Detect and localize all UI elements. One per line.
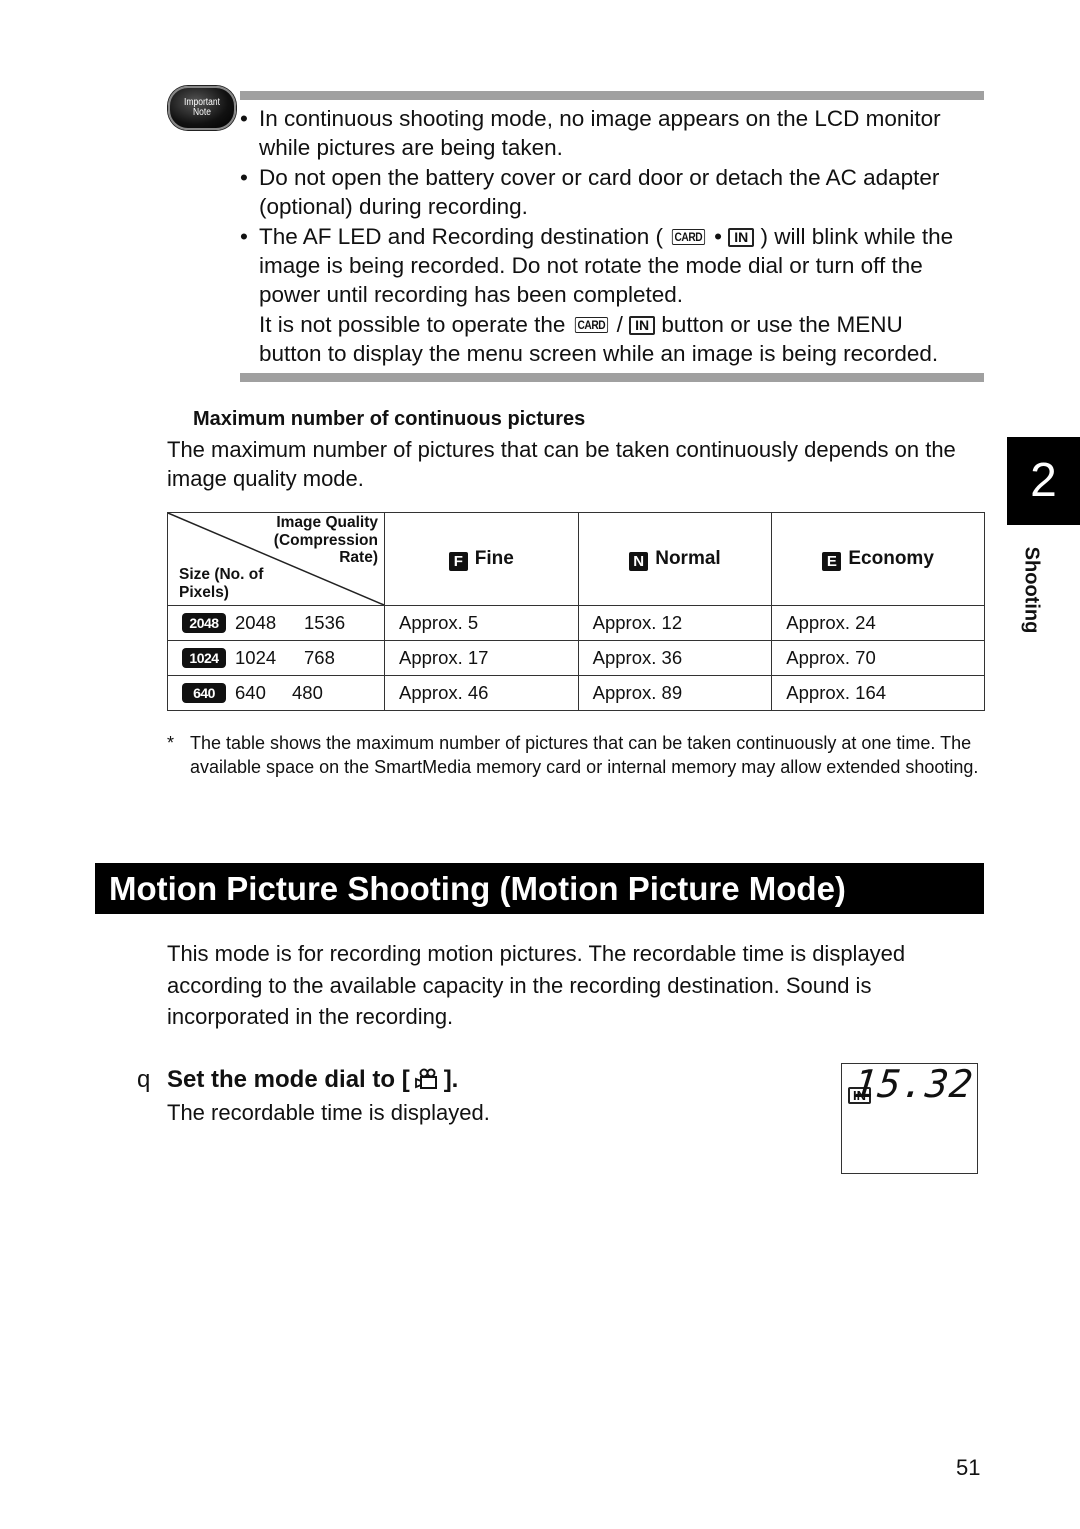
note-bullet-cont: It is not possible to operate the CARD /… xyxy=(259,310,990,339)
corner-text: Rate) xyxy=(339,549,378,566)
max-pictures-intro: The maximum number of pictures that can … xyxy=(167,437,956,491)
text-run: / xyxy=(610,311,630,337)
note-bullet: • The AF LED and Recording destination (… xyxy=(240,222,990,369)
note-bullet-cont: button to display the menu screen while … xyxy=(259,341,939,367)
step-heading: Set the mode dial to []. xyxy=(167,1066,458,1094)
section-title: Motion Picture Shooting (Motion Picture … xyxy=(95,863,984,914)
section-intro: This mode is for recording motion pictur… xyxy=(167,941,906,1029)
economy-quality-icon: E xyxy=(822,551,842,571)
normal-quality-icon: N xyxy=(629,551,649,571)
value-cell: Approx. 89 xyxy=(577,675,773,711)
table-row: 2048 2048 1536 Approx. 5 Approx. 12 Approx… xyxy=(167,605,985,641)
note-bullet: • Do not open the battery cover or card … xyxy=(240,163,990,222)
value-cell: Approx. 164 xyxy=(771,675,985,711)
pixel-height: 480 xyxy=(292,682,323,703)
size-2048-icon: 2048 xyxy=(182,613,226,633)
note-top-divider xyxy=(240,91,984,100)
value-cell: Approx. 46 xyxy=(384,675,579,711)
movie-camera-icon xyxy=(414,1068,437,1089)
note-bullet-cont: (optional) during recording. xyxy=(259,194,528,220)
step-number: q xyxy=(137,1066,151,1093)
corner-text: Image Quality xyxy=(276,514,378,531)
note-bullet-text: Do not open the battery cover or card do… xyxy=(259,164,940,190)
note-bullet-text: In continuous shooting mode, no image ap… xyxy=(259,106,941,131)
important-note-line2: Note xyxy=(193,107,211,118)
text-run: ) will blink while the xyxy=(754,223,954,249)
corner-header-quality: Image Quality (Compression Rate) xyxy=(274,514,378,567)
table-footnote: * The table shows the maximum number of … xyxy=(167,732,987,779)
value-cell: Approx. 17 xyxy=(384,640,579,676)
footnote-text: The table shows the maximum number of pi… xyxy=(190,733,979,777)
table-header-row: Image Quality (Compression Rate) Size (N… xyxy=(167,512,985,606)
value-cell: Approx. 24 xyxy=(771,605,985,641)
max-pictures-table: Image Quality (Compression Rate) Size (N… xyxy=(167,512,985,711)
table-row: 640 640 480 Approx. 46 Approx. 89 Approx. … xyxy=(167,675,985,711)
corner-header-size: Size (No. of Pixels) xyxy=(179,566,263,602)
corner-text: Pixels) xyxy=(179,584,229,601)
pixel-width: 1024 xyxy=(235,647,277,668)
pixel-width: 2048 xyxy=(235,612,277,633)
text-run: The AF LED and Recording destination ( xyxy=(259,223,670,249)
card-icon: CARD xyxy=(574,316,608,333)
pixel-height: 1536 xyxy=(304,612,346,633)
value-cell: Approx. 12 xyxy=(577,605,773,641)
column-label: Fine xyxy=(474,547,514,569)
text-run: ]. xyxy=(443,1066,459,1093)
value-cell: Approx. 5 xyxy=(384,605,579,641)
note-bullet: • In continuous shooting mode, no image … xyxy=(240,104,990,163)
column-header-normal: N Normal xyxy=(577,512,773,606)
note-bullet-cont: while pictures are being taken. xyxy=(259,135,563,161)
lcd-monitor-illustration: IN 15.32 xyxy=(841,1062,978,1174)
footnote-mark: * xyxy=(167,733,175,753)
size-cell: 640 640 480 xyxy=(167,675,385,711)
value-cell: Approx. 70 xyxy=(771,640,985,676)
size-640-icon: 640 xyxy=(182,683,226,703)
text-run: button or use the MENU xyxy=(655,311,903,337)
recordable-time-readout: 15.32 xyxy=(851,1062,976,1106)
chapter-tab-text: Shooting xyxy=(1020,546,1043,634)
important-note-body: • In continuous shooting mode, no image … xyxy=(240,104,990,369)
column-header-fine: F Fine xyxy=(384,512,579,606)
note-bullet-cont: power until recording has been completed… xyxy=(259,282,684,308)
pixel-width: 640 xyxy=(235,682,266,703)
chapter-tab-label: Shooting xyxy=(1010,540,1052,640)
text-run: It is not possible to operate the xyxy=(259,311,572,337)
note-bullet-cont: image is being recorded. Do not rotate t… xyxy=(259,253,923,279)
note-bullet-text: The AF LED and Recording destination ( C… xyxy=(259,222,990,251)
value-cell: Approx. 36 xyxy=(577,640,773,676)
corner-text: (Compression xyxy=(273,531,378,549)
column-label: Economy xyxy=(848,547,934,569)
text-run: Set the mode dial to [ xyxy=(167,1066,410,1093)
size-cell: 2048 2048 1536 xyxy=(167,605,385,641)
card-icon: CARD xyxy=(672,228,706,245)
text-run: • xyxy=(707,223,729,249)
corner-text: Size (No. of xyxy=(179,566,264,583)
page-number: 51 xyxy=(956,1455,981,1480)
table-corner-cell: Image Quality (Compression Rate) Size (N… xyxy=(167,512,385,606)
bullet-dot: • xyxy=(240,106,248,131)
internal-memory-icon: IN xyxy=(629,315,656,335)
step-description: The recordable time is displayed. xyxy=(167,1100,490,1125)
pixel-height: 768 xyxy=(304,647,335,668)
bullet-dot: • xyxy=(240,164,248,190)
column-header-economy: E Economy xyxy=(771,512,985,606)
size-1024-icon: 1024 xyxy=(182,648,226,668)
note-bottom-divider xyxy=(240,373,984,382)
table-row: 1024 1024 768 Approx. 17 Approx. 36 Approx… xyxy=(167,640,985,676)
important-note-icon: Important Note xyxy=(168,86,236,130)
fine-quality-icon: F xyxy=(448,551,468,571)
size-cell: 1024 1024 768 xyxy=(167,640,385,676)
chapter-tab-number: 2 xyxy=(1007,437,1080,525)
max-pictures-heading: Maximum number of continuous pictures xyxy=(193,408,586,430)
bullet-dot: • xyxy=(240,223,248,249)
internal-memory-icon: IN xyxy=(728,227,755,247)
column-label: Normal xyxy=(655,547,721,569)
